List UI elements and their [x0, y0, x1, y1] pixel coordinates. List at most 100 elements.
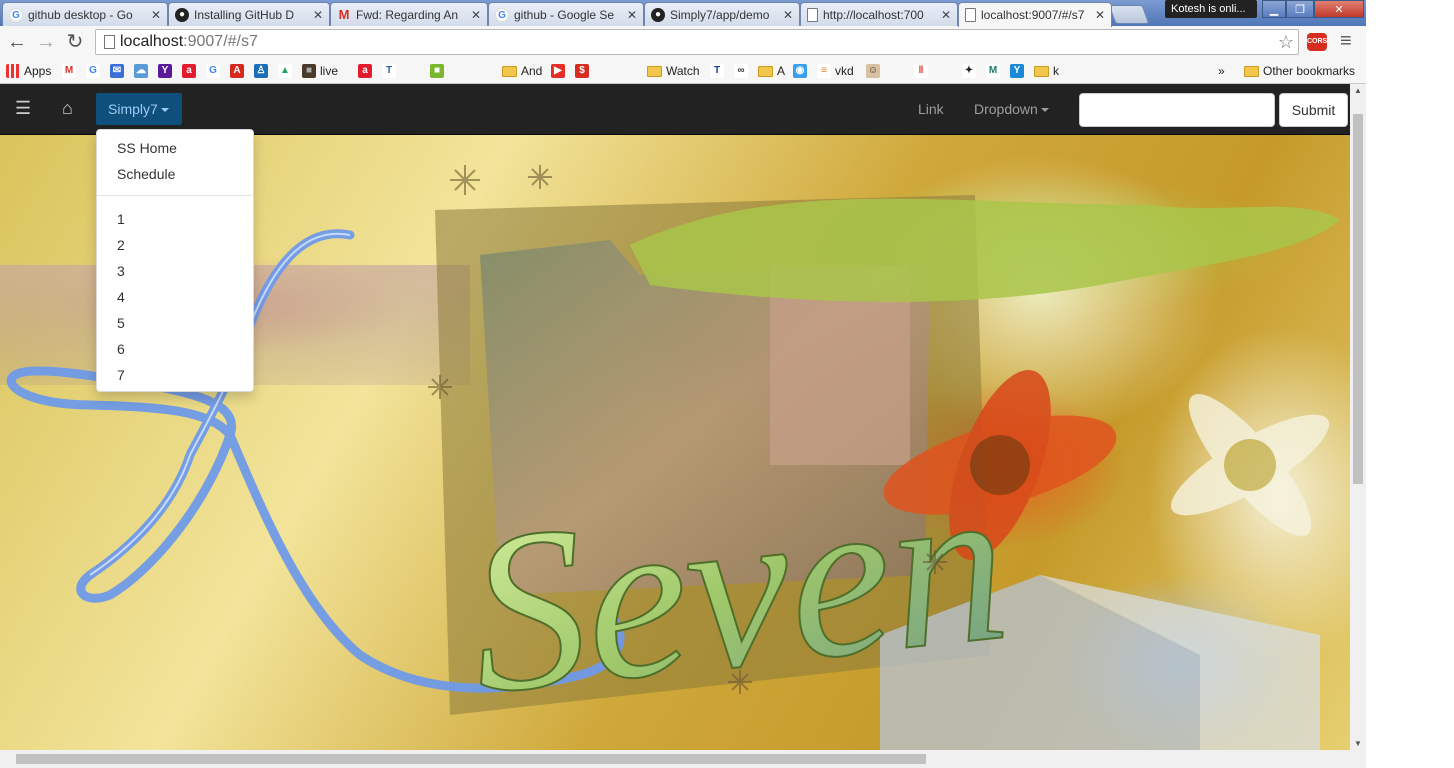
bookmark-item[interactable]: ‖ [914, 62, 932, 80]
close-icon[interactable]: ✕ [783, 8, 793, 22]
bookmark-item[interactable]: ✉ [110, 62, 128, 80]
bookmark-item[interactable]: ▶ [551, 62, 569, 80]
caret-down-icon [1040, 108, 1049, 113]
menu-item-3[interactable]: 3 [117, 263, 125, 279]
menu-item-2[interactable]: 2 [117, 237, 125, 253]
scroll-up-icon[interactable]: ▲ [1354, 86, 1362, 95]
address-url[interactable]: localhost:9007/#/s7 [120, 30, 258, 54]
scroll-down-icon[interactable]: ▼ [1354, 739, 1362, 748]
bookmark-item[interactable]: G [206, 62, 224, 80]
close-icon[interactable]: ✕ [1095, 8, 1105, 22]
tab-github-google-search[interactable]: G github - Google Se ✕ [488, 2, 644, 26]
window-close-button[interactable]: ✕ [1314, 0, 1364, 18]
menu-item-4[interactable]: 4 [117, 289, 125, 305]
close-icon[interactable]: ✕ [151, 8, 161, 22]
bookmark-item[interactable]: ◉ [793, 62, 811, 80]
back-icon[interactable]: ← [5, 31, 29, 53]
bookmark-item[interactable]: A [230, 62, 248, 80]
horizontal-scrollbar[interactable] [0, 750, 1350, 768]
site-navbar: ☰ ⌂ Simply7 Link Dropdown Submit [0, 84, 1350, 135]
scroll-corner [1350, 750, 1366, 768]
bookmark-item[interactable]: Apps [6, 62, 51, 80]
white-flower [1170, 394, 1330, 536]
bookmark-item[interactable]: ■ [430, 62, 448, 80]
bookmark-item[interactable]: ♙ [254, 62, 272, 80]
other-bookmarks-folder[interactable]: Other bookmarks [1244, 62, 1355, 80]
forward-icon[interactable]: → [34, 31, 58, 53]
new-tab-button[interactable] [1108, 5, 1150, 24]
bookmark-star-icon[interactable]: ☆ [1278, 30, 1294, 54]
bookmark-item[interactable]: ✦ [962, 62, 980, 80]
bookmark-item[interactable]: A [758, 62, 785, 80]
bookmark-item[interactable]: M [986, 62, 1004, 80]
folder-icon [758, 65, 773, 77]
bookmark-item[interactable]: a [358, 62, 376, 80]
reload-icon[interactable]: ↻ [63, 31, 87, 53]
tab-simply7-demo[interactable]: ● Simply7/app/demo ✕ [644, 2, 800, 26]
bookmark-item[interactable]: T [710, 62, 728, 80]
bookmark-item[interactable]: k [1034, 62, 1059, 80]
bookmark-item[interactable]: ≡ vkd [817, 62, 854, 80]
submit-button[interactable]: Submit [1279, 93, 1348, 127]
menu-item-6[interactable]: 6 [117, 341, 125, 357]
close-icon[interactable]: ✕ [471, 8, 481, 22]
browser-toolbar: ← → ↻ localhost:9007/#/s7 ☆ CORS ≡ [0, 26, 1366, 59]
chrome-menu-icon[interactable]: ≡ [1340, 30, 1352, 53]
green-icon: ■ [430, 64, 444, 78]
bookmark-item[interactable]: ▲ [278, 62, 296, 80]
bookmark-item[interactable]: G [86, 62, 104, 80]
other-bookmarks-label: Other bookmarks [1263, 64, 1356, 78]
bookmark-label: Watch [666, 64, 700, 78]
cors-extension-icon[interactable]: CORS [1307, 33, 1327, 51]
bookmark-item[interactable]: $ [575, 62, 593, 80]
bookmark-item[interactable]: a [182, 62, 200, 80]
tab-github-desktop[interactable]: G github desktop - Go ✕ [2, 2, 168, 26]
minimize-button[interactable]: ▁ [1262, 0, 1286, 18]
bookmark-item[interactable]: ☺ [866, 62, 884, 80]
menu-item-ss-home[interactable]: SS Home [117, 140, 177, 156]
search-input[interactable] [1079, 93, 1275, 127]
bookmark-label: live [320, 64, 339, 78]
bookmark-item[interactable]: ■ live [302, 62, 338, 80]
google-icon: G [206, 64, 220, 78]
bookmark-item[interactable]: M [62, 62, 80, 80]
bookmark-item[interactable]: ∞ [734, 62, 752, 80]
address-bar[interactable]: localhost:9007/#/s7 ☆ [95, 29, 1299, 55]
tab-title: http://localhost:700 [823, 7, 924, 22]
close-icon[interactable]: ✕ [313, 8, 323, 22]
vertical-scrollbar[interactable]: ▲ ▼ [1350, 84, 1366, 750]
tab-installing-github[interactable]: ● Installing GitHub D ✕ [168, 2, 330, 26]
bookmarks-overflow-button[interactable]: » [1218, 62, 1225, 80]
bookmark-item[interactable]: ☁ [134, 62, 152, 80]
simply7-dropdown-toggle[interactable]: Simply7 [96, 93, 182, 125]
home-icon[interactable]: ⌂ [62, 98, 73, 119]
bookmark-item[interactable]: Watch [647, 62, 700, 80]
tab-localhost-9007[interactable]: localhost:9007/#/s7 ✕ [958, 2, 1112, 27]
vertical-scroll-thumb[interactable] [1353, 114, 1363, 484]
maximize-button[interactable]: ❐ [1286, 0, 1314, 18]
list-icon[interactable]: ☰ [15, 98, 31, 119]
avatar-icon: ☺ [866, 64, 880, 78]
google-icon: G [495, 7, 509, 22]
menu-item-schedule[interactable]: Schedule [117, 166, 175, 182]
bookmark-item[interactable]: Y [1010, 62, 1028, 80]
tab-title: github desktop - Go [28, 7, 133, 22]
bookmark-item[interactable]: T [382, 62, 400, 80]
chat-notification[interactable]: Kotesh is onli... [1165, 0, 1257, 18]
page-icon [965, 8, 976, 22]
gmail-icon: M [338, 6, 350, 22]
tab-fwd-regarding[interactable]: M Fwd: Regarding An ✕ [330, 2, 488, 26]
menu-item-1[interactable]: 1 [117, 211, 125, 227]
bookmark-item[interactable]: Y [158, 62, 176, 80]
bookmark-item[interactable]: And [502, 62, 542, 80]
m-icon: M [986, 64, 1000, 78]
close-icon[interactable]: ✕ [627, 8, 637, 22]
act-icon: A [230, 64, 244, 78]
menu-item-5[interactable]: 5 [117, 315, 125, 331]
close-icon[interactable]: ✕ [941, 8, 951, 22]
nav-link[interactable]: Link [918, 101, 944, 117]
horizontal-scroll-thumb[interactable] [16, 754, 926, 764]
nav-dropdown-toggle[interactable]: Dropdown [974, 101, 1049, 117]
menu-item-7[interactable]: 7 [117, 367, 125, 383]
tab-localhost-700[interactable]: http://localhost:700 ✕ [800, 2, 958, 26]
